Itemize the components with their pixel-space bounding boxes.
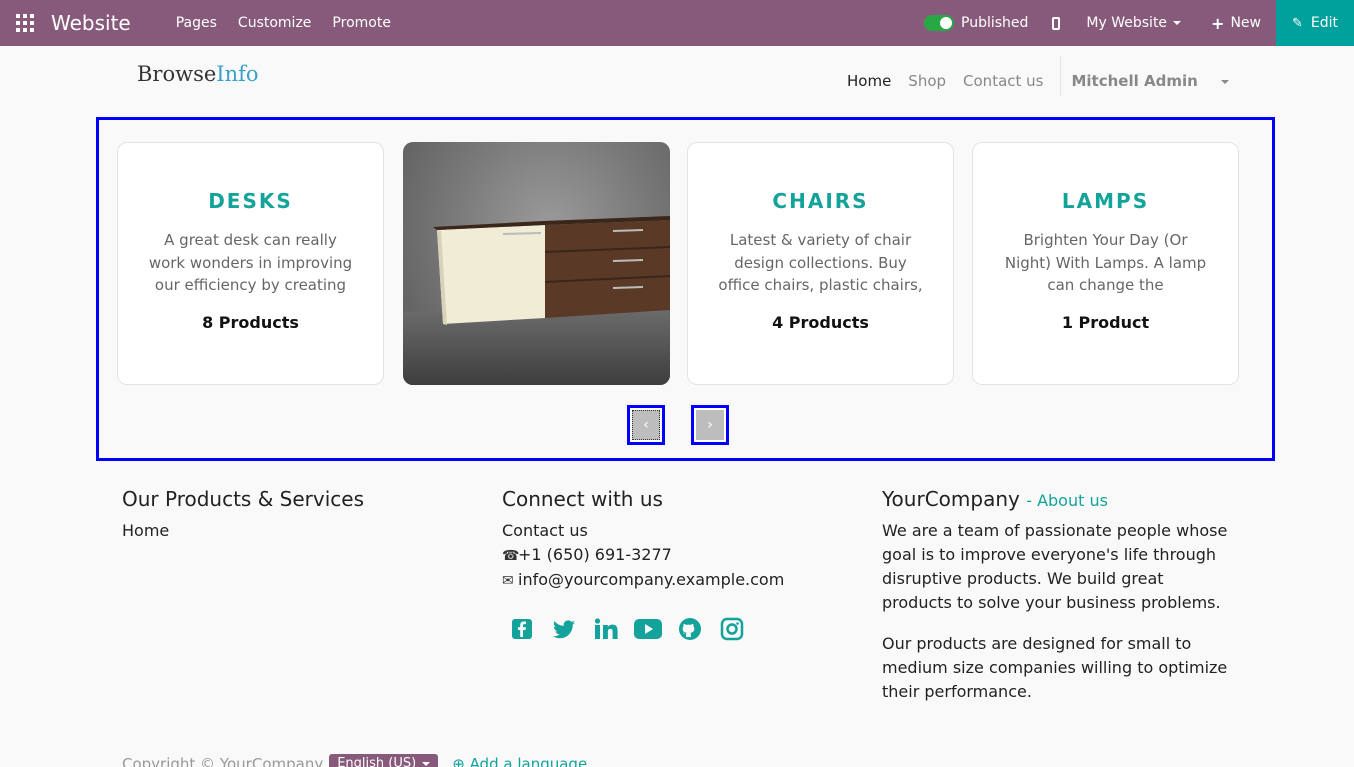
plus-icon[interactable]: +	[1211, 14, 1224, 33]
footer-contact-link[interactable]: Contact us	[502, 519, 784, 543]
add-language-label: Add a language	[469, 754, 588, 767]
nav-contact[interactable]: Contact us	[963, 72, 1043, 90]
nav-home[interactable]: Home	[847, 72, 891, 90]
published-label[interactable]: Published	[961, 15, 1028, 31]
about-paragraph-2: Our products are designed for small to m…	[882, 634, 1228, 701]
mobile-preview-icon[interactable]	[1052, 16, 1061, 30]
category-card-chairs[interactable]: CHAIRS Latest & variety of chair design …	[687, 142, 954, 385]
copyright-text: Copyright © YourCompany	[122, 754, 324, 767]
chevron-down-icon	[1220, 79, 1229, 84]
card-count: 8 Products	[202, 313, 299, 332]
user-name: Mitchell Admin	[1071, 72, 1198, 90]
category-card-lamps[interactable]: LAMPS Brighten Your Day (Or Night) With …	[972, 142, 1239, 385]
category-carousel: DESKS A great desk can really work wonde…	[96, 117, 1275, 461]
published-toggle[interactable]	[924, 15, 955, 31]
admin-bar: Website Pages Customize Promote Publishe…	[0, 0, 1354, 46]
nav-shop[interactable]: Shop	[908, 72, 946, 90]
admin-bar-right: Published My Website + New ✎ Edit	[924, 0, 1354, 46]
card-description: Latest & variety of chair design collect…	[718, 231, 923, 294]
separator: -	[1026, 491, 1038, 510]
language-selector[interactable]: English (US)	[329, 754, 439, 767]
envelope-icon: ✉	[502, 573, 514, 589]
card-description: A great desk can really work wonders in …	[148, 231, 353, 294]
logo-text-browse: Browse	[137, 62, 217, 86]
product-image-card[interactable]	[403, 142, 670, 385]
copyright-bar: Copyright © YourCompany English (US) ⊕ A…	[122, 754, 587, 767]
twitter-icon[interactable]	[550, 615, 578, 643]
carousel-prev-button[interactable]: ‹	[627, 405, 665, 445]
footer-home-link[interactable]: Home	[122, 519, 364, 543]
add-language-link[interactable]: ⊕ Add a language	[452, 755, 587, 767]
language-label: English (US)	[337, 756, 417, 767]
cabinet-image	[403, 216, 670, 385]
card-title: DESKS	[208, 189, 293, 213]
linkedin-icon[interactable]	[592, 615, 620, 643]
about-paragraph-1: We are a team of passionate people whose…	[882, 521, 1228, 612]
app-title: Website	[51, 11, 131, 35]
card-count: 1 Product	[1061, 313, 1150, 332]
footer-connect-column: Connect with us Contact us ☎+1 (650) 691…	[502, 487, 784, 643]
instagram-icon[interactable]	[718, 615, 746, 643]
website-switcher[interactable]: My Website	[1086, 15, 1182, 31]
email-row: ✉ info@yourcompany.example.com	[502, 568, 784, 593]
chevron-down-icon	[422, 761, 431, 766]
github-icon[interactable]	[676, 615, 704, 643]
company-name: YourCompany	[882, 487, 1020, 511]
about-heading: YourCompany - About us	[882, 487, 1232, 511]
card-count: 4 Products	[772, 313, 869, 332]
chevron-right-icon: ›	[707, 417, 713, 433]
card-title: LAMPS	[1061, 189, 1150, 213]
edit-label: Edit	[1310, 15, 1339, 31]
carousel-next-button[interactable]: ›	[691, 405, 729, 445]
site-logo[interactable]: BrowseInfo	[137, 62, 259, 86]
card-description: Brighten Your Day (Or Night) With Lamps.…	[1004, 231, 1207, 294]
apps-menu-icon[interactable]	[16, 14, 34, 32]
card-title: CHAIRS	[772, 189, 869, 213]
social-links	[508, 615, 784, 643]
phone-text: +1 (650) 691-3277	[518, 545, 672, 564]
connect-heading: Connect with us	[502, 487, 663, 511]
phone-row: ☎+1 (650) 691-3277	[502, 543, 784, 568]
nav-divider	[1060, 56, 1062, 96]
admin-menu: Pages Customize Promote	[176, 15, 412, 31]
youtube-icon[interactable]	[634, 615, 662, 643]
category-card-desks[interactable]: DESKS A great desk can really work wonde…	[117, 142, 384, 385]
new-button[interactable]: New	[1230, 15, 1261, 31]
pencil-icon: ✎	[1291, 15, 1303, 31]
products-heading: Our Products & Services	[122, 487, 365, 511]
facebook-icon[interactable]	[508, 615, 536, 643]
chevron-left-icon: ‹	[643, 417, 649, 433]
footer-products-column: Our Products & Services Home	[122, 487, 364, 543]
email-text[interactable]: info@yourcompany.example.com	[518, 570, 784, 589]
about-us-link[interactable]: About us	[1037, 491, 1108, 510]
menu-customize[interactable]: Customize	[238, 15, 312, 31]
menu-pages[interactable]: Pages	[176, 15, 217, 31]
phone-icon: ☎	[502, 548, 520, 564]
user-menu[interactable]: Mitchell Admin	[1071, 72, 1245, 90]
menu-promote[interactable]: Promote	[332, 15, 391, 31]
website-switcher-label: My Website	[1086, 15, 1168, 31]
site-nav: Home Shop Contact us Mitchell Admin	[847, 56, 1263, 96]
footer-about-column: YourCompany - About us We are a team of …	[882, 487, 1232, 721]
edit-button[interactable]: ✎ Edit	[1276, 0, 1354, 46]
chevron-down-icon	[1173, 21, 1182, 25]
plus-circle-icon: ⊕	[452, 754, 465, 767]
logo-text-info: Info	[216, 62, 259, 86]
